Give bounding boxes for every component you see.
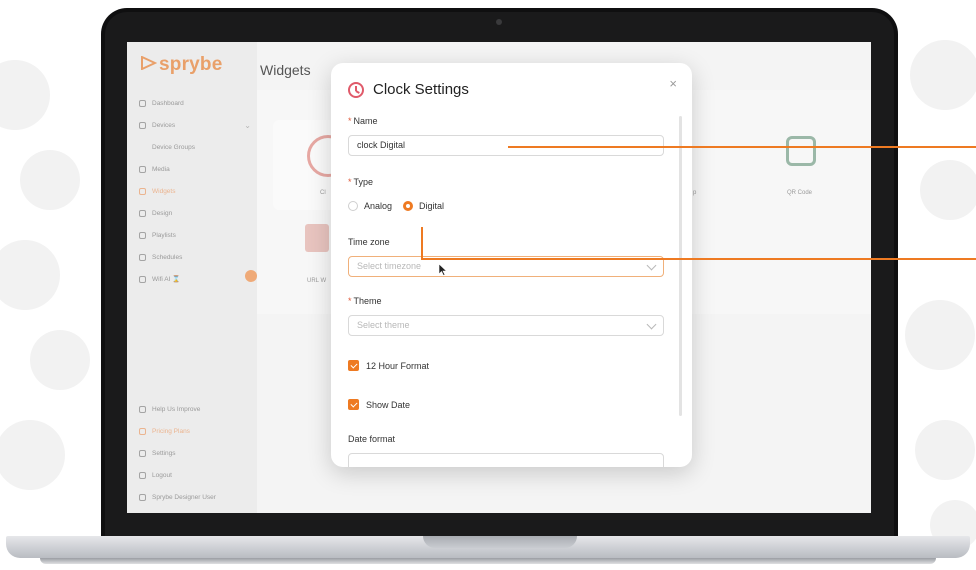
close-icon[interactable]: × xyxy=(669,76,677,91)
radio-analog[interactable] xyxy=(348,201,358,211)
sidebar-item[interactable]: Wifi AI ⌛ xyxy=(139,268,251,290)
sidebar-nav: Dashboard Devices ⌄ Device Groups Media Widge… xyxy=(139,92,251,290)
widget-card-label: QR Code xyxy=(787,190,813,196)
sidebar-item-label: Devices xyxy=(152,121,176,129)
logo-icon xyxy=(141,56,157,70)
sidebar-item-icon xyxy=(139,253,146,261)
laptop-base-shadow xyxy=(40,558,936,564)
sidebar-bottom-item[interactable]: Sprybe Designer User xyxy=(139,486,254,508)
show-date-checkbox[interactable] xyxy=(348,399,359,410)
sidebar-item[interactable]: Schedules xyxy=(139,246,251,268)
theme-label: * Theme xyxy=(348,296,382,306)
chevron-down-icon: ⌄ xyxy=(244,120,251,130)
sidebar-item-label: Device Groups xyxy=(152,143,195,151)
name-label: * Name xyxy=(348,116,378,126)
sidebar-item-label: Logout xyxy=(152,471,172,479)
sidebar-bottom-nav: Help Us Improve Pricing Plans Settings Logo… xyxy=(139,398,254,508)
sidebar-item-icon xyxy=(139,187,146,195)
sidebar-item-label: Media xyxy=(152,165,170,173)
sidebar-item-icon xyxy=(139,99,146,107)
date-format-label: Date format xyxy=(348,434,396,444)
mouse-cursor-icon xyxy=(439,264,447,276)
sidebar-bottom-item[interactable]: Logout xyxy=(139,464,254,486)
sidebar-item-icon xyxy=(139,405,146,413)
dialog-scrollbar[interactable] xyxy=(679,116,682,416)
url-widget-icon xyxy=(305,224,329,252)
timezone-label: Time zone xyxy=(348,237,390,247)
sidebar-item-label: Widgets xyxy=(152,187,176,195)
radio-analog-label[interactable]: Analog xyxy=(364,201,392,211)
sidebar-item-label: Schedules xyxy=(152,253,183,261)
date-format-select[interactable] xyxy=(348,453,664,467)
radio-digital-label[interactable]: Digital xyxy=(419,201,444,211)
widget-card-label: Cl xyxy=(320,190,326,196)
widget-card-label: p xyxy=(693,190,697,196)
sidebar-item-icon xyxy=(139,449,146,457)
app-screen: sprybe Dashboard Devices ⌄ Device Groups Med… xyxy=(127,42,871,513)
sidebar-item-label: Wifi AI ⌛ xyxy=(152,276,181,283)
sidebar-item-icon xyxy=(139,275,146,283)
sidebar-item-label: Settings xyxy=(152,449,176,457)
page-title: Widgets xyxy=(260,62,311,78)
sidebar-item-label: Dashboard xyxy=(152,99,184,107)
dialog-header: Clock Settings xyxy=(348,81,469,98)
sidebar-item[interactable]: Widgets xyxy=(139,180,251,202)
sidebar-bottom-item[interactable]: Help Us Improve xyxy=(139,398,254,420)
webcam xyxy=(496,19,502,25)
hour-format-label[interactable]: 12 Hour Format xyxy=(366,361,429,371)
widget-card-label: URL W xyxy=(307,278,327,284)
theme-select[interactable]: Select theme xyxy=(348,315,664,336)
clock-settings-dialog: Clock Settings × * Name clock Digital * Ty… xyxy=(331,63,692,467)
sidebar-item-label: Playlists xyxy=(152,231,176,239)
callout-line-type xyxy=(421,227,423,259)
laptop-notch xyxy=(423,536,577,548)
sidebar-collapse-button[interactable] xyxy=(245,270,257,282)
sidebar-bottom-item[interactable]: Settings xyxy=(139,442,254,464)
sidebar-item-icon xyxy=(139,471,146,479)
sidebar: sprybe Dashboard Devices ⌄ Device Groups Med… xyxy=(127,42,257,513)
type-label: * Type xyxy=(348,177,374,187)
sidebar-item-icon xyxy=(139,121,146,129)
sidebar-item[interactable]: Playlists xyxy=(139,224,251,246)
sidebar-item-label: Design xyxy=(152,209,173,217)
sidebar-item[interactable]: Devices ⌄ xyxy=(139,114,251,136)
radio-digital[interactable] xyxy=(403,201,414,211)
sidebar-item[interactable]: Design xyxy=(139,202,251,224)
sidebar-item-label: Sprybe Designer User xyxy=(152,493,216,501)
sidebar-item[interactable]: Media xyxy=(139,158,251,180)
callout-line-timezone xyxy=(421,258,976,260)
sidebar-bottom-item[interactable]: Pricing Plans xyxy=(139,420,254,442)
chevron-down-icon xyxy=(646,319,657,330)
sidebar-item-icon xyxy=(139,209,146,217)
sidebar-item-icon xyxy=(139,493,146,501)
sidebar-item-icon xyxy=(139,165,146,173)
clock-icon xyxy=(348,81,364,98)
show-date-checkbox-row[interactable]: Show Date xyxy=(348,399,410,410)
sidebar-item-label: Pricing Plans xyxy=(152,427,190,435)
qr-code-icon xyxy=(786,136,816,166)
hour-format-checkbox-row[interactable]: 12 Hour Format xyxy=(348,360,429,371)
sidebar-item[interactable]: Device Groups xyxy=(139,136,251,158)
sidebar-item-icon xyxy=(139,231,146,239)
sidebar-item-icon xyxy=(139,427,146,435)
sidebar-item-label: Help Us Improve xyxy=(152,405,201,413)
sidebar-item[interactable]: Dashboard xyxy=(139,92,251,114)
chevron-down-icon xyxy=(646,260,657,271)
brand-logo: sprybe xyxy=(141,54,223,76)
dialog-title: Clock Settings xyxy=(373,81,469,98)
callout-line-name xyxy=(508,146,976,148)
show-date-label[interactable]: Show Date xyxy=(366,400,410,410)
hour-format-checkbox[interactable] xyxy=(348,360,359,371)
type-radio-group: Analog Digital xyxy=(348,201,455,211)
